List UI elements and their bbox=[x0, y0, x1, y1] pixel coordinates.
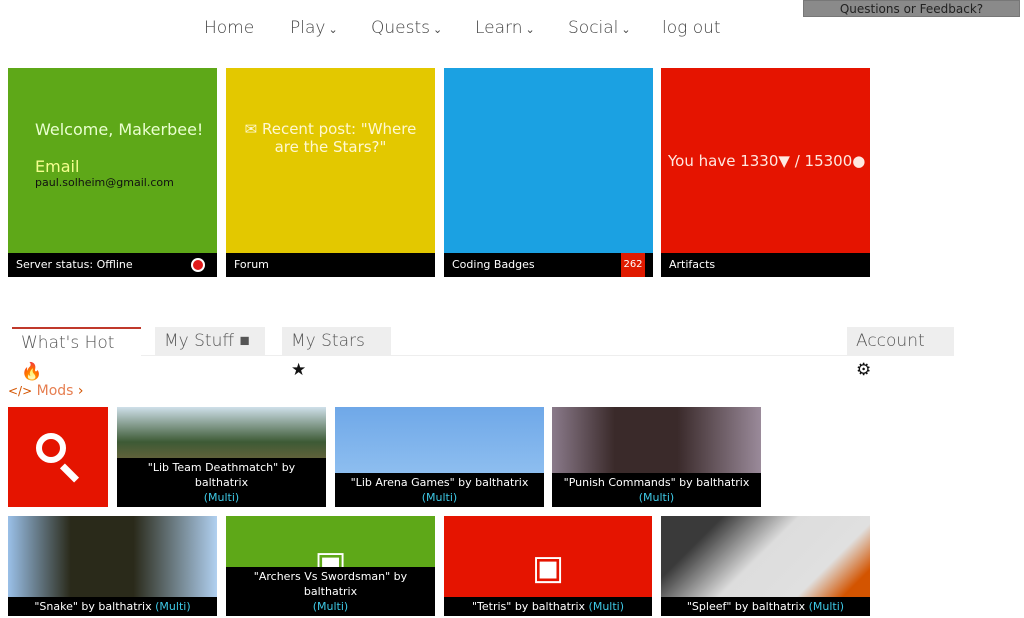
nav-label: log out bbox=[662, 18, 721, 38]
chevron-down-icon: ⌄ bbox=[525, 23, 535, 36]
main-nav: Home Play ⌄ Quests ⌄ Learn ⌄ Social ⌄ log ou… bbox=[0, 18, 1024, 44]
nav-label: Home bbox=[204, 18, 255, 38]
nav-social[interactable]: Social ⌄ bbox=[568, 18, 631, 38]
mod-tag: (Multi) bbox=[203, 491, 240, 504]
tile-bar: Coding Badges 262 bbox=[444, 253, 653, 277]
nav-label: Social bbox=[568, 18, 619, 38]
mod-tag: (Multi) bbox=[155, 600, 191, 613]
mod-title: "Archers Vs Swordsman" by balthatrix bbox=[253, 570, 408, 598]
coding-badges-tile[interactable]: Coding Badges 262 bbox=[444, 68, 653, 277]
mod-card[interactable]: "Punish Commands" by balthatrix (Multi) bbox=[552, 407, 761, 507]
tab-label: What's Hot bbox=[21, 333, 115, 353]
fire-icon: 🔥 bbox=[21, 362, 43, 382]
code-icon: </> bbox=[8, 384, 33, 398]
mod-caption: "Archers Vs Swordsman" by balthatrix (Mul… bbox=[226, 567, 435, 616]
section-label: Mods bbox=[36, 383, 74, 399]
separator: / bbox=[789, 151, 805, 170]
mod-title: "Punish Commands" by balthatrix bbox=[563, 476, 750, 489]
account-button[interactable]: Account ⚙ bbox=[847, 327, 954, 380]
diamond-icon: ▼ bbox=[778, 151, 790, 170]
mod-caption: "Spleef" by balthatrix (Multi) bbox=[661, 597, 870, 616]
mod-caption: "Snake" by balthatrix (Multi) bbox=[8, 597, 217, 616]
chevron-down-icon: ⌄ bbox=[433, 23, 443, 36]
mod-caption: "Lib Arena Games" by balthatrix (Multi) bbox=[335, 473, 544, 507]
award-icon: ● bbox=[852, 151, 866, 170]
email-value: paul.solheim@gmail.com bbox=[35, 176, 174, 189]
nav-learn[interactable]: Learn ⌄ bbox=[475, 18, 535, 38]
mod-card[interactable]: ▣ "Tetris" by balthatrix (Multi) bbox=[444, 516, 652, 616]
tile-label: Coding Badges bbox=[452, 258, 535, 271]
tile-bar: Forum bbox=[226, 253, 435, 277]
tile-bar: Server status: Offline bbox=[8, 253, 217, 277]
mod-caption: "Tetris" by balthatrix (Multi) bbox=[444, 597, 652, 616]
search-icon-handle bbox=[59, 463, 80, 483]
mod-card[interactable]: "Snake" by balthatrix (Multi) bbox=[8, 516, 217, 616]
feedback-button[interactable]: Questions or Feedback? bbox=[803, 0, 1020, 17]
cube-icon: ▣ bbox=[531, 548, 565, 588]
welcome-tile[interactable]: Welcome, Makerbee! Email paul.solheim@gm… bbox=[8, 68, 217, 277]
tab-my-stuff[interactable]: My Stuff ■ bbox=[155, 327, 265, 356]
mod-title: "Tetris" by balthatrix bbox=[471, 600, 586, 613]
mod-card[interactable]: "Lib Arena Games" by balthatrix (Multi) bbox=[335, 407, 544, 507]
status-offline-icon bbox=[191, 258, 205, 272]
cube-icon: ■ bbox=[239, 331, 250, 351]
nav-quests[interactable]: Quests ⌄ bbox=[371, 18, 442, 38]
nav-label: Learn bbox=[475, 18, 523, 38]
search-mods-button[interactable] bbox=[8, 407, 108, 507]
gem-count: 1330 bbox=[740, 151, 779, 170]
mod-card[interactable]: "Lib Team Deathmatch" by balthatrix (Mult… bbox=[117, 407, 326, 507]
tile-bar: Artifacts bbox=[661, 253, 870, 277]
account-label: Account bbox=[856, 331, 925, 351]
forum-tile[interactable]: ✉ Recent post: "Where are the Stars?" Fo… bbox=[226, 68, 435, 277]
nav-label: Play bbox=[290, 18, 326, 38]
nav-logout[interactable]: log out bbox=[662, 18, 721, 38]
server-status: Server status: Offline bbox=[16, 258, 133, 271]
artifacts-tile[interactable]: You have 1330▼ / 15300● Artifacts bbox=[661, 68, 870, 277]
welcome-text: Welcome, Makerbee! bbox=[35, 120, 204, 139]
mod-tag: (Multi) bbox=[312, 600, 349, 613]
nav-home[interactable]: Home bbox=[204, 18, 254, 38]
tab-my-stars[interactable]: My Stars ★ bbox=[282, 327, 391, 380]
mod-card[interactable]: "Spleef" by balthatrix (Multi) bbox=[661, 516, 870, 616]
chevron-right-icon: › bbox=[77, 383, 84, 399]
tab-label: My Stars bbox=[291, 331, 365, 351]
artifacts-prefix: You have bbox=[668, 151, 741, 170]
mod-tag: (Multi) bbox=[808, 600, 845, 613]
points-count: 15300 bbox=[804, 151, 853, 170]
mod-title: "Lib Team Deathmatch" by balthatrix bbox=[147, 461, 296, 489]
email-label: Email bbox=[35, 157, 80, 176]
mod-title: "Lib Arena Games" by balthatrix bbox=[350, 476, 529, 489]
mod-tag: (Multi) bbox=[588, 600, 625, 613]
mod-title: "Snake" by balthatrix bbox=[34, 600, 152, 613]
tab-whats-hot[interactable]: What's Hot 🔥 bbox=[12, 327, 141, 382]
envelope-icon: ✉ bbox=[244, 120, 262, 138]
nav-play[interactable]: Play ⌄ bbox=[290, 18, 338, 38]
mods-link[interactable]: </> Mods › bbox=[8, 383, 84, 399]
mod-card[interactable]: ▣ "Archers Vs Swordsman" by balthatrix (Mu… bbox=[226, 516, 435, 616]
tab-label: My Stuff bbox=[164, 331, 235, 351]
recent-post: Recent post: "Where are the Stars?" bbox=[261, 120, 417, 156]
mod-caption: "Lib Team Deathmatch" by balthatrix (Mult… bbox=[117, 458, 326, 507]
chevron-down-icon: ⌄ bbox=[621, 23, 631, 36]
nav-label: Quests bbox=[371, 18, 430, 38]
badge-count: 262 bbox=[621, 253, 645, 277]
tab-bar: What's Hot 🔥 My Stuff ■ My Stars ★ Accou… bbox=[12, 326, 954, 382]
star-icon: ★ bbox=[291, 360, 307, 380]
mod-title: "Spleef" by balthatrix bbox=[686, 600, 806, 613]
gear-icon: ⚙ bbox=[856, 360, 872, 380]
mod-caption: "Punish Commands" by balthatrix (Multi) bbox=[552, 473, 761, 507]
mod-tag: (Multi) bbox=[421, 491, 458, 504]
search-icon bbox=[36, 433, 66, 463]
chevron-down-icon: ⌄ bbox=[328, 23, 338, 36]
mod-tag: (Multi) bbox=[638, 491, 675, 504]
